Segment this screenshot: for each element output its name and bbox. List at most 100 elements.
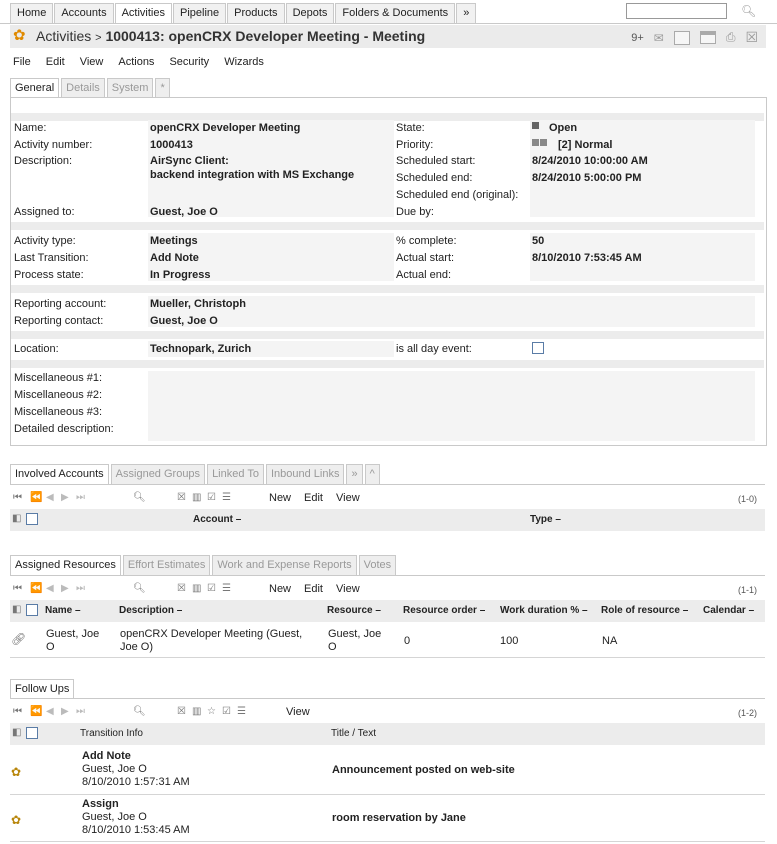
next-page-icon[interactable]: ▶ — [61, 492, 69, 503]
nav-tab-activities[interactable]: Activities — [114, 3, 172, 23]
tab-general[interactable]: General — [10, 78, 60, 97]
edit-button[interactable]: Edit — [304, 492, 323, 504]
list-icon[interactable]: ☰ — [222, 583, 231, 594]
nav-tab-more[interactable]: » — [456, 3, 477, 23]
last-page-icon[interactable]: ⏭ — [76, 706, 85, 717]
column-selector-icon[interactable]: ◧ — [12, 513, 21, 524]
nav-tab-home[interactable]: Home — [10, 3, 54, 23]
list-icon[interactable]: ☰ — [237, 706, 246, 717]
nav-tab-pipeline[interactable]: Pipeline — [173, 3, 227, 23]
last-transition-value[interactable]: Add Note — [150, 252, 199, 264]
tab-inbound-links[interactable]: Inbound Links — [265, 464, 345, 484]
new-button[interactable]: New — [269, 583, 291, 595]
column-resource-order[interactable]: Resource order – — [403, 605, 485, 616]
view-button[interactable]: View — [336, 492, 360, 504]
last-page-icon[interactable]: ⏭ — [76, 583, 85, 594]
list-item[interactable]: ✿ Add Note Guest, Joe O 8/10/2010 1:57:3… — [10, 747, 765, 795]
column-role[interactable]: Role of resource – — [601, 605, 688, 616]
new-button[interactable]: New — [269, 492, 291, 504]
window-icon[interactable] — [673, 30, 690, 45]
prev-fast-icon[interactable]: ⏪ — [30, 492, 42, 503]
search-icon[interactable]: 🔍︎ — [133, 583, 146, 594]
tab-follow-ups[interactable]: Follow Ups — [10, 679, 75, 699]
column-type[interactable]: Type – — [530, 514, 561, 525]
select-all-checkbox[interactable] — [26, 604, 38, 616]
assigned-to-value[interactable]: Guest, Joe O — [150, 206, 218, 218]
menu-security[interactable]: Security — [169, 56, 209, 68]
column-name[interactable]: Name – — [45, 605, 81, 616]
tab-details[interactable]: Details — [61, 78, 105, 97]
first-page-icon[interactable]: ⏮ — [13, 706, 22, 717]
print-icon[interactable]: ⎙ — [726, 30, 736, 45]
prev-fast-icon[interactable]: ⏪ — [30, 706, 42, 717]
first-page-icon[interactable]: ⏮ — [13, 492, 22, 503]
prev-page-icon[interactable]: ◀ — [46, 492, 54, 503]
column-calendar[interactable]: Calendar – — [703, 605, 754, 616]
search-icon[interactable]: 🔍︎ — [741, 4, 756, 18]
column-description[interactable]: Description – — [119, 605, 182, 616]
tab-assigned-resources[interactable]: Assigned Resources — [10, 555, 121, 575]
prev-page-icon[interactable]: ◀ — [46, 583, 54, 594]
reporting-account-value[interactable]: Mueller, Christoph — [150, 298, 246, 310]
columns-icon[interactable]: ▥ — [192, 706, 201, 717]
tab-work-expense-reports[interactable]: Work and Expense Reports — [212, 555, 357, 575]
transition-name[interactable]: Assign — [82, 798, 119, 811]
close-icon[interactable]: ☒ — [745, 29, 758, 46]
tab-more[interactable]: * — [155, 78, 170, 97]
column-account[interactable]: Account – — [193, 514, 241, 525]
columns-icon[interactable]: ▥ — [192, 492, 201, 503]
next-page-icon[interactable]: ▶ — [61, 706, 69, 717]
tab-votes[interactable]: Votes — [358, 555, 397, 575]
menu-view[interactable]: View — [80, 56, 104, 68]
prev-page-icon[interactable]: ◀ — [46, 706, 54, 717]
mail-icon[interactable]: ✉ — [654, 31, 664, 45]
link-icon[interactable]: 🔗︎ — [11, 632, 26, 646]
activity-type-value[interactable]: Meetings — [150, 235, 198, 247]
view-button[interactable]: View — [286, 706, 310, 718]
first-page-icon[interactable]: ⏮ — [13, 583, 22, 594]
delete-icon[interactable]: ☒ — [177, 583, 186, 594]
menu-file[interactable]: File — [13, 56, 31, 68]
tab-system[interactable]: System — [106, 78, 154, 97]
star-icon[interactable]: ☆ — [207, 706, 216, 717]
columns-icon[interactable]: ▥ — [192, 583, 201, 594]
nav-tab-accounts[interactable]: Accounts — [54, 3, 114, 23]
next-page-icon[interactable]: ▶ — [61, 583, 69, 594]
tab-collapse[interactable]: ^ — [364, 464, 380, 484]
menu-wizards[interactable]: Wizards — [224, 56, 264, 68]
column-work-duration[interactable]: Work duration % – — [500, 605, 588, 616]
layout-icon[interactable] — [699, 31, 716, 44]
tab-more[interactable]: » — [346, 464, 363, 484]
edit-button[interactable]: Edit — [304, 583, 323, 595]
menu-edit[interactable]: Edit — [46, 56, 65, 68]
last-page-icon[interactable]: ⏭ — [76, 492, 85, 503]
nav-tab-products[interactable]: Products — [227, 3, 285, 23]
prev-fast-icon[interactable]: ⏪ — [30, 583, 42, 594]
tab-assigned-groups[interactable]: Assigned Groups — [110, 464, 206, 484]
menu-actions[interactable]: Actions — [118, 56, 154, 68]
transition-name[interactable]: Add Note — [82, 750, 131, 763]
tab-linked-to[interactable]: Linked To — [207, 464, 264, 484]
process-state-value[interactable]: In Progress — [150, 269, 211, 281]
tab-involved-accounts[interactable]: Involved Accounts — [10, 464, 109, 484]
list-icon[interactable]: ☰ — [222, 492, 231, 503]
search-icon[interactable]: 🔍︎ — [133, 492, 146, 503]
select-icon[interactable]: ☑ — [222, 706, 231, 717]
all-day-checkbox[interactable] — [532, 342, 544, 354]
select-icon[interactable]: ☑ — [207, 583, 216, 594]
column-resource[interactable]: Resource – — [327, 605, 381, 616]
reporting-contact-value[interactable]: Guest, Joe O — [150, 315, 218, 327]
delete-icon[interactable]: ☒ — [177, 706, 186, 717]
select-all-checkbox[interactable] — [26, 513, 38, 525]
breadcrumb[interactable]: Activities — [36, 28, 91, 44]
view-button[interactable]: View — [336, 583, 360, 595]
select-icon[interactable]: ☑ — [207, 492, 216, 503]
list-item[interactable]: ✿ Assign Guest, Joe O 8/10/2010 1:53:45 … — [10, 795, 765, 842]
row-name[interactable]: Guest, Joe O — [46, 628, 99, 654]
delete-icon[interactable]: ☒ — [177, 492, 186, 503]
search-icon[interactable]: 🔍︎ — [133, 706, 146, 717]
column-selector-icon[interactable]: ◧ — [12, 604, 21, 615]
search-input[interactable] — [626, 3, 727, 19]
column-selector-icon[interactable]: ◧ — [12, 727, 21, 738]
select-all-checkbox[interactable] — [26, 727, 38, 739]
